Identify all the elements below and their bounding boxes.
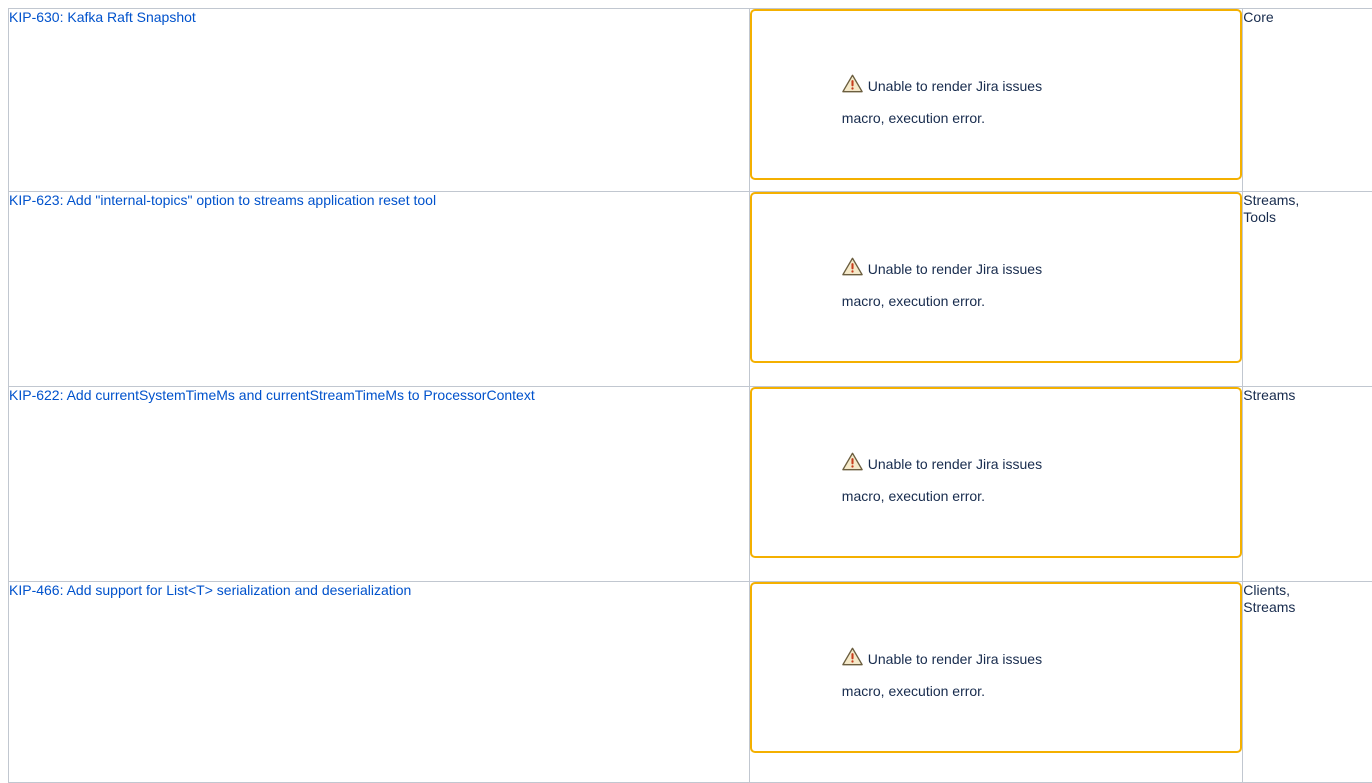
macro-error-line2: macro, execution error. (842, 683, 985, 699)
component-cell: Clients, Streams (1243, 582, 1372, 783)
macro-error-line1: Unable to render Jira issues (868, 261, 1042, 277)
macro-error-message: Unable to render Jira issues macro, exec… (842, 253, 1142, 317)
component-cell: Core (1243, 9, 1372, 192)
macro-error-line2: macro, execution error. (842, 110, 985, 126)
jira-macro-cell: Unable to render Jira issues macro, exec… (749, 9, 1243, 192)
table-row: KIP-622: Add currentSystemTimeMs and cur… (9, 387, 1372, 582)
macro-error-line1: Unable to render Jira issues (868, 651, 1042, 667)
table-row: KIP-630: Kafka Raft Snapshot Unable to r… (9, 9, 1372, 192)
component-label: Streams, Tools (1243, 192, 1313, 226)
component-cell: Streams (1243, 387, 1372, 582)
component-cell: Streams, Tools (1243, 192, 1372, 387)
kip-623-link[interactable]: KIP-623: Add "internal-topics" option to… (9, 192, 436, 208)
macro-error-line2: macro, execution error. (842, 488, 985, 504)
table-row: KIP-466: Add support for List<T> seriali… (9, 582, 1372, 783)
macro-error-line1: Unable to render Jira issues (868, 456, 1042, 472)
component-label: Clients, Streams (1243, 582, 1313, 616)
jira-macro-error-box: Unable to render Jira issues macro, exec… (750, 387, 1243, 558)
kip-table: KIP-630: Kafka Raft Snapshot Unable to r… (8, 8, 1372, 783)
kip-cell: KIP-630: Kafka Raft Snapshot (9, 9, 750, 192)
kip-466-link[interactable]: KIP-466: Add support for List<T> seriali… (9, 582, 411, 598)
kip-cell: KIP-623: Add "internal-topics" option to… (9, 192, 750, 387)
kip-622-link[interactable]: KIP-622: Add currentSystemTimeMs and cur… (9, 387, 639, 404)
macro-error-message: Unable to render Jira issues macro, exec… (842, 643, 1142, 707)
jira-macro-cell: Unable to render Jira issues macro, exec… (749, 387, 1243, 582)
jira-macro-error-box: Unable to render Jira issues macro, exec… (750, 192, 1243, 363)
warning-triangle-icon (842, 452, 863, 471)
table-row: KIP-623: Add "internal-topics" option to… (9, 192, 1372, 387)
warning-triangle-icon (842, 257, 863, 276)
macro-error-line1: Unable to render Jira issues (868, 78, 1042, 94)
kip-cell: KIP-622: Add currentSystemTimeMs and cur… (9, 387, 750, 582)
macro-error-line2: macro, execution error. (842, 293, 985, 309)
warning-triangle-icon (842, 74, 863, 93)
jira-macro-error-box: Unable to render Jira issues macro, exec… (750, 582, 1243, 753)
jira-macro-cell: Unable to render Jira issues macro, exec… (749, 192, 1243, 387)
kip-cell: KIP-466: Add support for List<T> seriali… (9, 582, 750, 783)
macro-error-message: Unable to render Jira issues macro, exec… (842, 70, 1142, 134)
jira-macro-error-box: Unable to render Jira issues macro, exec… (750, 9, 1243, 180)
warning-triangle-icon (842, 647, 863, 666)
jira-macro-cell: Unable to render Jira issues macro, exec… (749, 582, 1243, 783)
macro-error-message: Unable to render Jira issues macro, exec… (842, 448, 1142, 512)
kip-630-link[interactable]: KIP-630: Kafka Raft Snapshot (9, 9, 196, 25)
